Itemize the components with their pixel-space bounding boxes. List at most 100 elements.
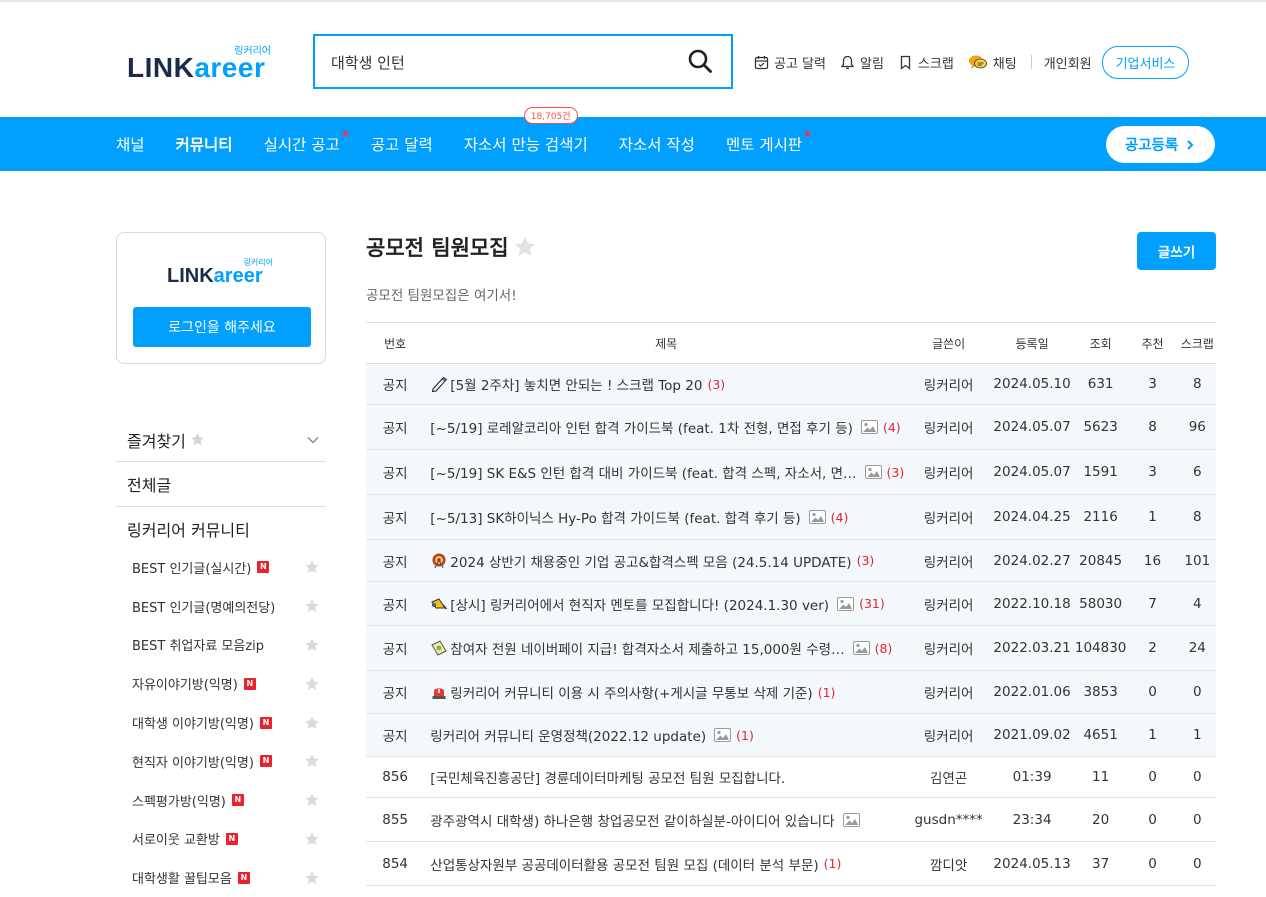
star-icon[interactable] [304, 676, 320, 692]
post-title-link[interactable]: [~5/19] 로레알코리아 인턴 합격 가이드북 (feat. 1차 전형, … [430, 417, 853, 437]
post-author[interactable]: 링커리어 [907, 670, 990, 714]
post-title[interactable]: [~5/19] SK E&S 인턴 합격 대비 가이드북 (feat. 합격 스… [424, 449, 908, 495]
post-author[interactable]: 링커리어 [907, 494, 990, 540]
business-service-button[interactable]: 기업서비스 [1101, 45, 1190, 79]
all-posts-link[interactable]: 전체글 [116, 462, 326, 507]
post-author[interactable]: 링커리어 [907, 625, 990, 671]
post-author[interactable]: 링커리어 [907, 363, 990, 405]
image-icon [714, 728, 732, 742]
star-icon[interactable] [304, 598, 320, 614]
sidebar-board-item[interactable]: 대학생 이야기방(익명) N [116, 703, 326, 742]
post-title[interactable]: [상시] 링커리어에서 현직자 멘토를 모집합니다! (2024.1.30 ve… [424, 581, 908, 626]
menu-item-essay-search[interactable]: 18,705건 자소서 만능 검색기 [464, 107, 588, 155]
sidebar-board-item[interactable]: 현직자 이야기방(익명) N [116, 742, 326, 781]
brand-logo[interactable]: 링커리어 LINKareer [127, 42, 277, 84]
post-author[interactable]: 링커리어 [907, 404, 990, 450]
sidebar-board-item[interactable]: 서로이웃 교환방 N [116, 820, 326, 859]
notice-row[interactable]: 공지 2024 상반기 채용중인 기업 공고&합격스펙 모음 (24.5.14 U… [366, 539, 1216, 582]
star-icon[interactable] [304, 637, 320, 653]
post-likes: 1 [1126, 494, 1179, 540]
table-row[interactable]: 855 광주광역시 대학생) 하나은행 창업공모전 같이하실분-아이디어 있습니다… [366, 797, 1216, 842]
sidebar-board-label: 스펙평가방(익명) N [132, 791, 244, 810]
post-title-link[interactable]: [5월 2주차] 놓치면 안되는 ! 스크랩 Top 20 [450, 374, 702, 394]
notice-row[interactable]: 공지 [~5/13] SK하이닉스 Hy-Po 합격 가이드북 (feat. 합격… [366, 494, 1216, 540]
new-badge: N [237, 871, 250, 884]
post-title-link[interactable]: 산업통상자원부 공공데이터활용 공모전 팀원 모집 (데이터 분석 부문) [430, 854, 818, 874]
notice-row[interactable]: 공지 [5월 2주차] 놓치면 안되는 ! 스크랩 Top 20 (3) 링커리어 20… [366, 363, 1216, 405]
menu-item-realtime-jobs[interactable]: 실시간 공고 [264, 131, 348, 155]
search-icon[interactable] [687, 48, 713, 74]
favorites-toggle[interactable]: 즐겨찾기 [116, 418, 326, 462]
write-post-button[interactable]: 글쓰기 [1137, 232, 1216, 270]
post-author[interactable]: gusdn**** [907, 797, 990, 842]
post-title-link[interactable]: 링커리어 커뮤니티 이용 시 주의사항(+게시글 무통보 삭제 기준) [450, 682, 812, 702]
table-row[interactable]: 854 산업통상자원부 공공데이터활용 공모전 팀원 모집 (데이터 분석 부문)… [366, 841, 1216, 886]
post-title-cell: [상시] 링커리어에서 현직자 멘토를 모집합니다! (2024.1.30 ve… [430, 594, 908, 614]
header-chat-link[interactable]: 채팅 [968, 53, 1017, 72]
sidebar-board-item[interactable]: 자유이야기방(익명) N [116, 664, 326, 703]
sidebar-board-item[interactable]: BEST 인기글(명예의전당) [116, 587, 326, 626]
header-scrap-link[interactable]: 스크랩 [898, 53, 954, 72]
star-icon[interactable] [304, 715, 320, 731]
post-title[interactable]: 참여자 전원 네이버페이 지급! 합격자소서 제출하고 15,000원 수령… (… [424, 625, 908, 671]
post-title[interactable]: 2024 상반기 채용중인 기업 공고&합격스펙 모음 (24.5.14 UPD… [424, 539, 908, 582]
notice-row[interactable]: 공지 참여자 전원 네이버페이 지급! 합격자소서 제출하고 15,000원 수령… [366, 625, 1216, 671]
col-header-date: 등록일 [989, 322, 1075, 364]
post-title-link[interactable]: [~5/19] SK E&S 인턴 합격 대비 가이드북 (feat. 합격 스… [430, 462, 856, 482]
notice-row[interactable]: 공지 링커리어 커뮤니티 운영정책(2022.12 update) (1) 링커리어 2… [366, 713, 1216, 757]
star-icon[interactable] [513, 235, 537, 259]
search-input[interactable] [331, 48, 671, 76]
post-author[interactable]: 링커리어 [907, 713, 990, 757]
menu-item-mentor-board[interactable]: 멘토 게시판 [726, 131, 811, 155]
post-title[interactable]: [국민체육진흥공단] 경륜데이터마케팅 공모전 팀원 모집합니다. [424, 756, 908, 798]
post-title[interactable]: 링커리어 커뮤니티 이용 시 주의사항(+게시글 무통보 삭제 기준) (1) [424, 670, 908, 714]
sidebar-board-item[interactable]: 스펙평가방(익명) N [116, 781, 326, 820]
post-author[interactable]: 김연곤 [907, 756, 990, 798]
sidebar-logo: 링커리어 LINKareer [165, 257, 285, 287]
header-calendar-link[interactable]: 공고 달력 [754, 53, 826, 72]
post-date: 2022.03.21 [989, 625, 1075, 671]
comment-count: (4) [830, 509, 849, 525]
post-title[interactable]: [5월 2주차] 놓치면 안되는 ! 스크랩 Top 20 (3) [424, 363, 908, 405]
star-icon[interactable] [304, 559, 320, 575]
post-title-link[interactable]: 링커리어 커뮤니티 운영정책(2022.12 update) [430, 725, 706, 745]
star-icon[interactable] [304, 831, 320, 847]
post-title-link[interactable]: [국민체육진흥공단] 경륜데이터마케팅 공모전 팀원 모집합니다. [430, 767, 785, 787]
sidebar-board-item[interactable]: BEST 취업자료 모음zip [116, 626, 326, 665]
post-title[interactable]: [~5/13] SK하이닉스 Hy-Po 합격 가이드북 (feat. 합격 후… [424, 494, 908, 540]
header-alarm-link[interactable]: 알림 [840, 53, 884, 72]
menu-item-job-calendar[interactable]: 공고 달력 [371, 133, 433, 155]
post-title[interactable]: 링커리어 커뮤니티 운영정책(2022.12 update) (1) [424, 713, 908, 757]
menu-item-essay-write[interactable]: 자소서 작성 [619, 133, 695, 155]
menu-item-channel[interactable]: 채널 [116, 133, 145, 155]
post-title[interactable]: 산업통상자원부 공공데이터활용 공모전 팀원 모집 (데이터 분석 부문) (1) [424, 841, 908, 886]
post-title-link[interactable]: 광주광역시 대학생) 하나은행 창업공모전 같이하실분-아이디어 있습니다 [430, 810, 834, 830]
menu-item-community[interactable]: 커뮤니티 [176, 133, 233, 155]
notice-row[interactable]: 공지 [~5/19] 로레알코리아 인턴 합격 가이드북 (feat. 1차 전형… [366, 404, 1216, 450]
sidebar-board-item[interactable]: 대학생활 꿀팁모음 N [116, 858, 326, 897]
post-title-link[interactable]: 참여자 전원 네이버페이 지급! 합격자소서 제출하고 15,000원 수령… [450, 638, 844, 658]
post-author[interactable]: 링커리어 [907, 539, 990, 582]
post-title-link[interactable]: [~5/13] SK하이닉스 Hy-Po 합격 가이드북 (feat. 합격 후… [430, 507, 800, 527]
notice-row[interactable]: 공지 [상시] 링커리어에서 현직자 멘토를 모집합니다! (2024.1.30 … [366, 581, 1216, 626]
register-job-button[interactable]: 공고등록 [1106, 126, 1215, 163]
star-icon[interactable] [304, 753, 320, 769]
notice-row[interactable]: 공지 [~5/19] SK E&S 인턴 합격 대비 가이드북 (feat. 합격… [366, 449, 1216, 495]
notice-row[interactable]: 공지 링커리어 커뮤니티 이용 시 주의사항(+게시글 무통보 삭제 기준) (1)… [366, 670, 1216, 714]
post-title[interactable]: 광주광역시 대학생) 하나은행 창업공모전 같이하실분-아이디어 있습니다 [424, 797, 908, 842]
post-scraps: 0 [1178, 756, 1216, 798]
login-button[interactable]: 로그인을 해주세요 [133, 307, 311, 347]
table-row[interactable]: 856 [국민체육진흥공단] 경륜데이터마케팅 공모전 팀원 모집합니다. 김연곤 0… [366, 756, 1216, 798]
sidebar-board-item[interactable]: BEST 인기글(실시간) N [116, 548, 326, 587]
personal-member-link[interactable]: 개인회원 [1044, 53, 1092, 72]
post-author[interactable]: 링커리어 [907, 449, 990, 495]
image-icon [852, 641, 870, 655]
post-title-link[interactable]: [상시] 링커리어에서 현직자 멘토를 모집합니다! (2024.1.30 ve… [450, 594, 829, 614]
post-title-link[interactable]: 2024 상반기 채용중인 기업 공고&합격스펙 모음 (24.5.14 UPD… [450, 551, 851, 571]
post-author[interactable]: 링커리어 [907, 581, 990, 626]
post-author[interactable]: 깜디앗 [907, 841, 990, 886]
star-icon[interactable] [304, 792, 320, 808]
post-title[interactable]: [~5/19] 로레알코리아 인턴 합격 가이드북 (feat. 1차 전형, … [424, 404, 908, 450]
star-icon[interactable] [304, 870, 320, 886]
new-badge: N [259, 716, 272, 729]
